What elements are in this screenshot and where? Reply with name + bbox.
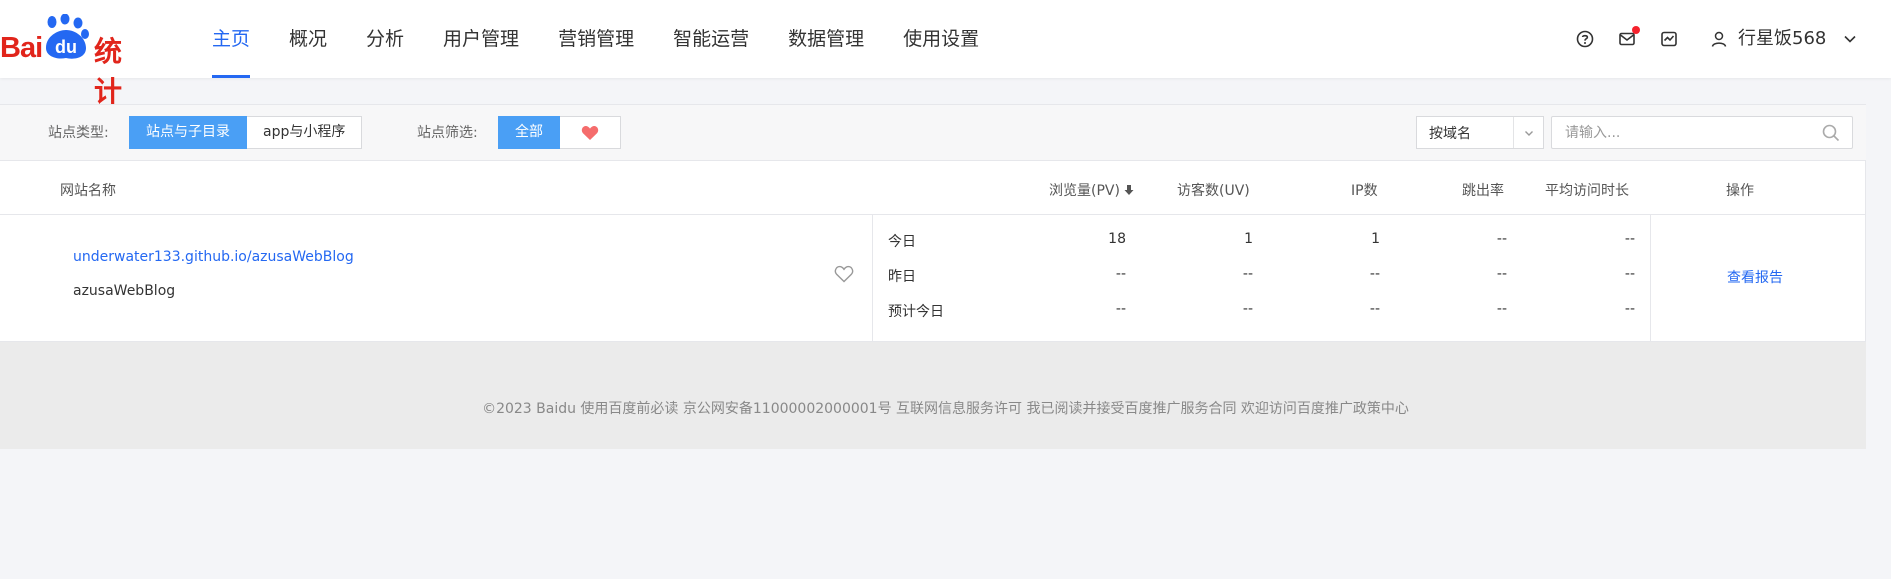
pv-forecast: -- bbox=[1115, 301, 1126, 317]
header-ip[interactable]: IP数 bbox=[1351, 180, 1378, 200]
column-divider bbox=[1650, 215, 1651, 342]
ip-forecast: -- bbox=[1369, 301, 1380, 317]
column-divider bbox=[872, 215, 873, 342]
chart-icon[interactable] bbox=[1659, 29, 1679, 49]
logo-suffix-text: 统计 bbox=[94, 35, 123, 108]
search-scope-value: 按域名 bbox=[1429, 125, 1471, 142]
help-icon[interactable] bbox=[1575, 29, 1595, 49]
bounce-today: -- bbox=[1496, 231, 1507, 247]
table-row: underwater133.github.io/azusaWebBlog azu… bbox=[0, 215, 1866, 342]
bounce-forecast: -- bbox=[1496, 301, 1507, 317]
sort-desc-icon bbox=[1124, 185, 1134, 195]
view-report-link[interactable]: 查看报告 bbox=[1727, 267, 1783, 287]
nav-item-data-management[interactable]: 数据管理 bbox=[788, 0, 864, 78]
header-pv[interactable]: 浏览量(PV) bbox=[1049, 180, 1135, 200]
heart-outline-icon[interactable] bbox=[834, 265, 854, 283]
header-pv-label: 浏览量(PV) bbox=[1049, 183, 1120, 199]
footer-text: ©2023 Baidu 使用百度前必读 京公网安备11000002000001号… bbox=[482, 401, 1409, 417]
uv-today: 1 bbox=[1244, 231, 1253, 247]
site-filter-all-button[interactable]: 全部 bbox=[498, 116, 560, 149]
notification-dot bbox=[1632, 26, 1640, 34]
uv-forecast: -- bbox=[1242, 301, 1253, 317]
site-type-sites-button[interactable]: 站点与子目录 bbox=[129, 116, 247, 149]
nav-item-home[interactable]: 主页 bbox=[212, 0, 251, 78]
site-url-link[interactable]: underwater133.github.io/azusaWebBlog bbox=[73, 249, 354, 265]
search-scope-select[interactable]: 按域名 bbox=[1416, 116, 1544, 149]
paw-icon: du bbox=[46, 14, 89, 59]
header-action: 操作 bbox=[1726, 183, 1754, 199]
top-header: Bai du 统计 主页 概况 分析 用户管理 营销管理 智能运营 数据管理 使… bbox=[0, 0, 1891, 108]
logo-bai-text: Bai bbox=[0, 32, 43, 64]
header-uv[interactable]: 访客数(UV) bbox=[1177, 180, 1250, 200]
filter-bar: 站点类型: 站点与子目录 app与小程序 站点筛选: 全部 按域名 bbox=[0, 105, 1866, 161]
footer: ©2023 Baidu 使用百度前必读 京公网安备11000002000001号… bbox=[0, 342, 1866, 449]
message-icon[interactable] bbox=[1617, 26, 1640, 49]
main-nav: 主页 概况 分析 用户管理 营销管理 智能运营 数据管理 使用设置 bbox=[212, 0, 1018, 78]
site-filter-toggle: 全部 bbox=[498, 116, 621, 149]
site-list-panel: 站点类型: 站点与子目录 app与小程序 站点筛选: 全部 按域名 网站名称 浏… bbox=[0, 104, 1866, 342]
header-site-name: 网站名称 bbox=[60, 183, 116, 199]
nav-item-smart-operations[interactable]: 智能运营 bbox=[673, 0, 749, 78]
heart-filled-icon bbox=[581, 125, 599, 140]
period-label-today: 今日 bbox=[888, 234, 916, 250]
site-type-label: 站点类型: bbox=[48, 125, 109, 141]
chevron-down-icon[interactable] bbox=[1840, 29, 1860, 49]
nav-item-user-management[interactable]: 用户管理 bbox=[443, 0, 519, 78]
nav-item-marketing-management[interactable]: 营销管理 bbox=[558, 0, 634, 78]
pv-yesterday: -- bbox=[1115, 266, 1126, 282]
site-name: azusaWebBlog bbox=[73, 283, 176, 299]
site-filter-favorites-button[interactable] bbox=[560, 116, 621, 149]
logo-du-text: du bbox=[55, 37, 77, 57]
pv-today: 18 bbox=[1108, 231, 1126, 247]
period-label-forecast: 预计今日 bbox=[888, 304, 944, 320]
user-icon bbox=[1711, 31, 1727, 47]
user-name: 行星饭568 bbox=[1738, 28, 1827, 49]
nav-item-settings[interactable]: 使用设置 bbox=[903, 0, 979, 78]
search-input[interactable] bbox=[1565, 117, 1825, 148]
avg-time-today: -- bbox=[1624, 231, 1635, 247]
table-header: 网站名称 浏览量(PV) 访客数(UV) IP数 跳出率 平均访问时长 操作 bbox=[0, 161, 1866, 215]
site-type-apps-button[interactable]: app与小程序 bbox=[247, 116, 363, 149]
search-box bbox=[1551, 116, 1853, 149]
header-avg-visit-time[interactable]: 平均访问时长 bbox=[1545, 180, 1629, 200]
search-icon[interactable] bbox=[1822, 124, 1840, 142]
baidu-tongji-logo[interactable]: Bai du 统计 bbox=[0, 14, 145, 108]
ip-today: 1 bbox=[1371, 231, 1380, 247]
nav-item-overview[interactable]: 概况 bbox=[289, 0, 327, 78]
bounce-yesterday: -- bbox=[1496, 266, 1507, 282]
avg-time-yesterday: -- bbox=[1624, 266, 1635, 282]
ip-yesterday: -- bbox=[1369, 266, 1380, 282]
chevron-down-icon bbox=[1513, 117, 1543, 148]
site-filter-label: 站点筛选: bbox=[417, 125, 478, 141]
user-menu[interactable]: 行星饭568 bbox=[1710, 0, 1826, 78]
avg-time-forecast: -- bbox=[1624, 301, 1635, 317]
header-bounce-rate[interactable]: 跳出率 bbox=[1462, 180, 1504, 200]
site-type-toggle: 站点与子目录 app与小程序 bbox=[129, 116, 363, 149]
uv-yesterday: -- bbox=[1242, 266, 1253, 282]
period-label-yesterday: 昨日 bbox=[888, 269, 916, 285]
nav-item-analysis[interactable]: 分析 bbox=[366, 0, 404, 78]
